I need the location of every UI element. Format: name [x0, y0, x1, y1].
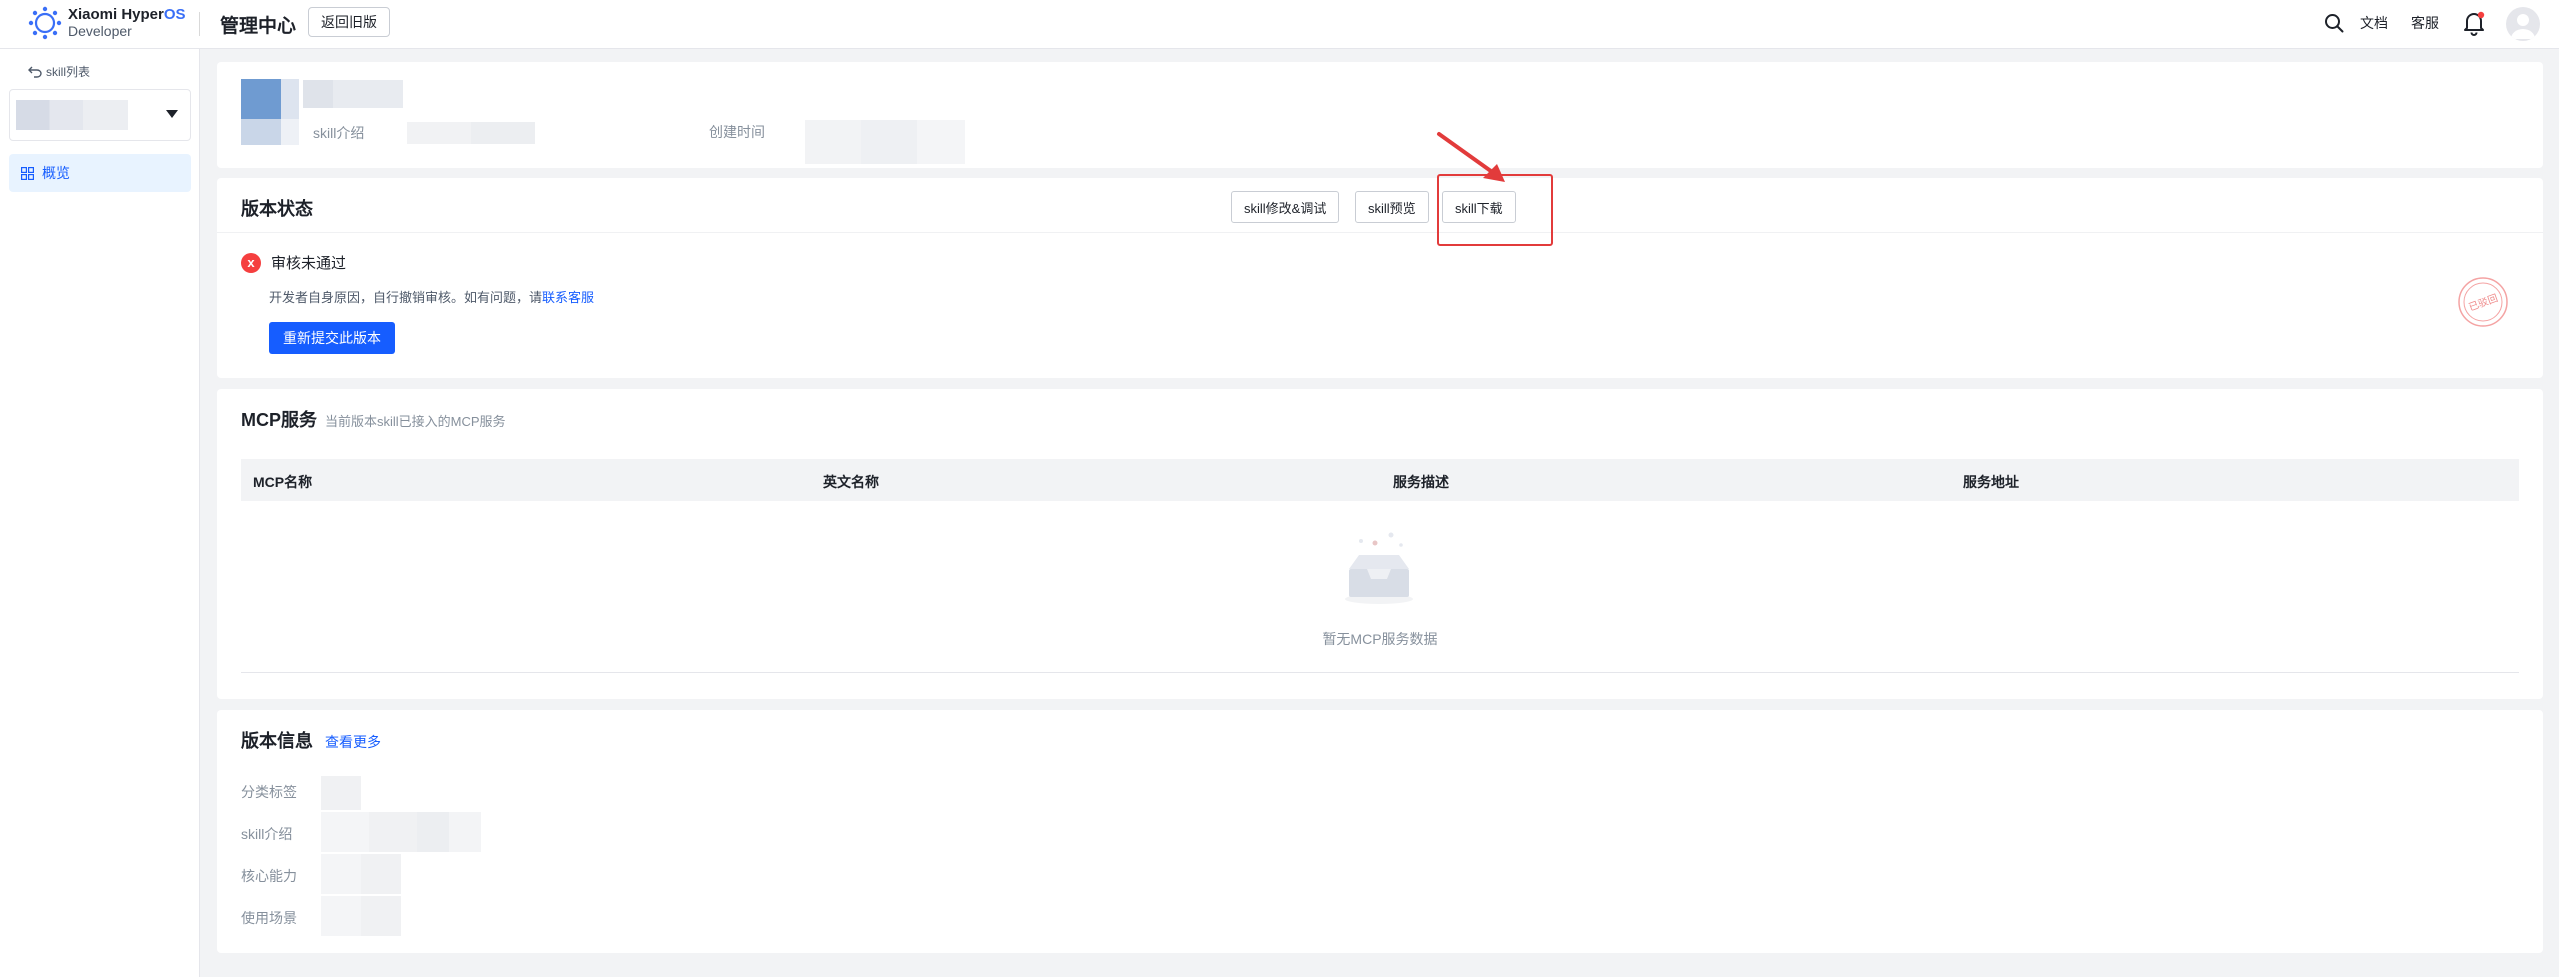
sidebar: skill列表 概览 [0, 49, 200, 977]
avatar-person-icon [2511, 14, 2535, 39]
table-bottom-divider [241, 672, 2519, 673]
redacted-core-abilities [321, 854, 401, 894]
back-link-label: skill列表 [46, 65, 90, 79]
mcp-service-title: MCP服务 [241, 410, 317, 430]
search-icon[interactable] [2323, 12, 2345, 34]
hyperos-logo-icon [28, 6, 62, 40]
version-status-title: 版本状态 [241, 199, 313, 219]
sidebar-item-overview-label: 概览 [42, 165, 70, 181]
column-header-service-description: 服务描述 [1393, 474, 1449, 490]
review-status-row: x 审核未通过 [241, 252, 346, 273]
mcp-table-header: MCP名称 英文名称 服务描述 服务地址 [241, 459, 2519, 501]
logo-text-line1: Xiaomi Hyper [68, 6, 164, 23]
redacted-skill-name [16, 100, 128, 130]
review-status-text: 审核未通过 [271, 255, 347, 272]
section-divider [217, 232, 2543, 233]
user-avatar[interactable] [2506, 7, 2540, 41]
stamp-text: 已驳回 [2467, 292, 2499, 314]
column-header-english-name: 英文名称 [823, 474, 879, 490]
header-divider [199, 12, 200, 36]
info-label-core-abilities: 核心能力 [241, 868, 297, 884]
grid-icon [21, 166, 34, 180]
info-label-usage-scenarios: 使用场景 [241, 910, 297, 926]
skill-preview-button[interactable]: skill预览 [1355, 191, 1429, 223]
empty-box-icon [1345, 532, 1413, 604]
page-title: 管理中心 [220, 16, 297, 37]
back-to-old-version-button[interactable]: 返回旧版 [308, 7, 390, 37]
skill-overview-card: skill介绍 创建时间 [217, 62, 2543, 168]
skill-intro-label: skill介绍 [313, 125, 365, 141]
back-arrow-icon [28, 66, 42, 78]
logo-text-os: OS [163, 6, 186, 23]
contact-service-link[interactable]: 联系客服 [542, 290, 594, 305]
logo-text-line2: Developer [68, 23, 132, 39]
redacted-app-name [303, 80, 403, 108]
column-header-mcp-name: MCP名称 [253, 474, 313, 490]
review-status-description: 开发者自身原因，自行撤销审核。如有问题，请联系客服 [269, 287, 594, 306]
xiaomi-hyperos-logo[interactable]: Xiaomi HyperOS Developer [28, 6, 186, 40]
docs-link[interactable]: 文档 [2360, 13, 2388, 33]
version-status-card: 版本状态 skill修改&调试 skill预览 skill下载 x 审核未通过 … [217, 132, 2543, 378]
mcp-service-subtitle: 当前版本skill已接入的MCP服务 [325, 414, 506, 429]
resubmit-version-button[interactable]: 重新提交此版本 [269, 322, 395, 354]
skill-app-icon [241, 79, 299, 145]
rejected-stamp-icon: 已驳回 [2458, 277, 2508, 327]
notification-bell-icon[interactable] [2462, 10, 2486, 36]
version-info-title: 版本信息 [241, 731, 313, 751]
redacted-skill-intro [407, 122, 535, 144]
info-label-category-tags: 分类标签 [241, 784, 297, 800]
customer-service-link[interactable]: 客服 [2411, 13, 2439, 33]
sidebar-item-overview[interactable]: 概览 [9, 154, 191, 192]
skill-edit-debug-button[interactable]: skill修改&调试 [1231, 191, 1340, 223]
mcp-service-card: MCP服务 当前版本skill已接入的MCP服务 MCP名称 英文名称 服务描述… [217, 389, 2543, 699]
status-desc-text: 开发者自身原因，自行撤销审核。如有问题，请 [269, 290, 543, 305]
error-circle-icon: x [241, 252, 261, 273]
skill-selector-dropdown[interactable] [9, 89, 191, 141]
caret-down-icon [166, 110, 178, 118]
created-time-label: 创建时间 [709, 124, 765, 140]
version-info-card: 版本信息 查看更多 分类标签 skill介绍 核心能力 使用场景 [217, 710, 2543, 953]
redacted-created-time [805, 120, 965, 164]
redacted-skill-intro-detail [321, 812, 481, 852]
skill-download-button[interactable]: skill下载 [1442, 191, 1516, 223]
redacted-usage-scenarios [321, 896, 401, 936]
column-header-service-address: 服务地址 [1963, 474, 2019, 490]
mcp-empty-text: 暂无MCP服务数据 [1322, 631, 1438, 647]
info-label-skill-intro: skill介绍 [241, 826, 293, 842]
back-to-skill-list-link[interactable]: skill列表 [28, 63, 90, 80]
redacted-category-tags [321, 776, 361, 810]
view-more-link[interactable]: 查看更多 [325, 732, 381, 752]
top-header: Xiaomi HyperOS Developer 管理中心 返回旧版 文档 客服 [0, 0, 2559, 49]
